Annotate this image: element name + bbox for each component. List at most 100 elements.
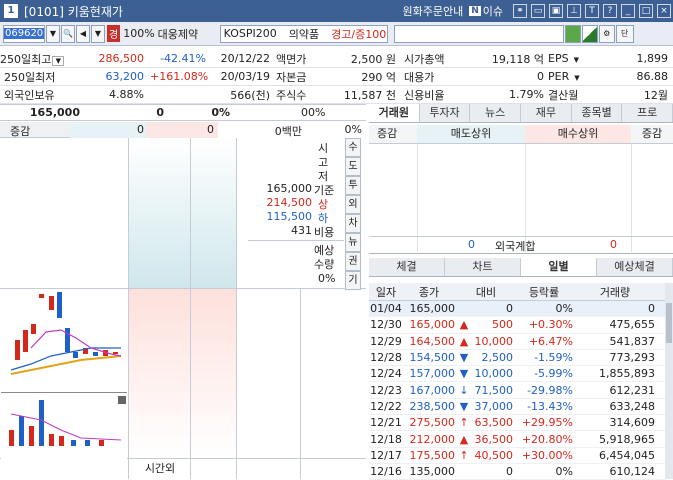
window-icon[interactable]: ▣ xyxy=(549,4,563,18)
ask-change: 0 xyxy=(137,123,144,136)
vtab-diff[interactable]: 차 xyxy=(345,214,361,233)
tab-investor[interactable]: 투자자 xyxy=(419,104,471,122)
tab-broker[interactable]: 거래원 xyxy=(369,104,420,122)
code-dropdown-icon[interactable]: ▼ xyxy=(46,24,60,43)
lower-limit: 115,500 xyxy=(266,210,313,223)
vtab-sell[interactable]: 수 xyxy=(345,138,361,157)
issue-button[interactable]: N 이슈 xyxy=(469,3,503,19)
increase-label: 증감 xyxy=(10,125,31,138)
help-icon[interactable]: ? xyxy=(603,4,617,18)
row-diff: 500 xyxy=(492,318,513,332)
daily-row[interactable]: 12/24 157,000 ▼ 10,000 -5.99% 1,855,893 xyxy=(369,366,665,383)
label-eps[interactable]: EPS ▼ xyxy=(548,52,592,65)
daily-row[interactable]: 12/29 164,500 ▲ 10,000 +6.47% 541,837 xyxy=(369,334,665,350)
daily-scrollbar[interactable] xyxy=(665,283,673,479)
sound-icon[interactable]: ◀ xyxy=(76,24,90,43)
row-rate: -13.43% xyxy=(527,399,573,413)
sound-dropdown-icon[interactable]: ▼ xyxy=(91,24,105,43)
tab-trades[interactable]: 체결 xyxy=(369,258,445,276)
daily-row[interactable]: 12/28 154,500 ▼ 2,500 -1.59% 773,293 xyxy=(369,350,665,367)
single-button[interactable]: 단 xyxy=(615,24,634,43)
daily-row[interactable]: 12/22 238,500 ▼ 37,000 -13.43% 633,248 xyxy=(369,399,665,416)
daily-row[interactable]: 12/30 165,000 ▲ 500 +0.30% 475,655 xyxy=(369,317,665,334)
tab-finance[interactable]: 재무 xyxy=(521,104,572,122)
close-icon[interactable]: × xyxy=(657,4,671,18)
candle xyxy=(31,324,36,334)
volume-bar xyxy=(99,440,104,446)
tab-chart[interactable]: 차트 xyxy=(445,258,521,276)
candle xyxy=(57,292,62,318)
title-bar: 1 [0101] 키움현재가 원화주문안내 N 이슈 ⚭ ▭ ▣ ⊥ T ? _ … xyxy=(0,0,673,22)
market-cap: 19,118 억 xyxy=(491,52,544,66)
notice-link[interactable]: 원화주문안내 xyxy=(402,3,463,19)
label-substitute: 대용가 xyxy=(404,70,435,84)
row-vol: 610,124 xyxy=(609,465,656,479)
tab-program[interactable]: 프로 xyxy=(622,104,673,122)
row-rate: +30.00% xyxy=(521,448,573,462)
cost-value: 431 xyxy=(291,224,312,237)
price-change: 0 xyxy=(156,106,164,119)
color-icon[interactable] xyxy=(564,24,581,43)
label-per[interactable]: PER ▼ xyxy=(548,70,592,83)
row-close: 275,500 xyxy=(409,416,456,430)
info-row-3: 외국인보유 4.88% 566(천) 주식수 11,587 천 신용비율 1.7… xyxy=(0,86,673,104)
row-close: 175,500 xyxy=(409,448,456,462)
foreign-sell-total: 0 xyxy=(468,238,475,251)
settle-value: 12월 xyxy=(643,88,668,102)
vtab-news[interactable]: 뉴 xyxy=(345,233,361,252)
high-rate: -42.41% xyxy=(160,52,206,65)
candle xyxy=(93,352,98,356)
daily-row[interactable]: 12/21 275,500 ↑ 63,500 +29.95% 314,609 xyxy=(369,415,665,432)
candle xyxy=(73,352,78,358)
daily-row[interactable]: 12/18 212,000 ▲ 36,500 +20.80% 5,918,965 xyxy=(369,431,665,448)
vtab-rights[interactable]: 권 xyxy=(345,252,361,271)
row-diff: 10,000 xyxy=(474,334,514,348)
gear-icon[interactable]: ⚙ xyxy=(598,24,615,43)
scroll-thumb[interactable] xyxy=(666,303,672,343)
row-diff: 71,500 xyxy=(474,383,514,397)
after-hours-label: 시간외 xyxy=(144,462,176,475)
row-close: 165,000 xyxy=(409,318,456,332)
tab-by-stock[interactable]: 종목별 xyxy=(571,104,623,122)
daily-row[interactable]: 12/23 167,000 ↓ 71,500 -29.98% 612,231 xyxy=(369,382,665,399)
row-vol: 541,837 xyxy=(609,334,656,348)
row-date: 12/24 xyxy=(370,367,402,381)
candle xyxy=(113,352,118,354)
vtab-invest[interactable]: 투 xyxy=(345,176,361,195)
credit-value: 1.79% xyxy=(509,88,544,101)
row-date: 12/22 xyxy=(370,399,402,413)
volume-bar xyxy=(71,440,76,446)
daily-row[interactable]: 12/16 135,000 0 0% 610,124 xyxy=(369,464,665,480)
vtab-etc[interactable]: 기 xyxy=(345,271,361,290)
maximize-icon[interactable]: □ xyxy=(639,4,653,18)
cost-label: 비용 xyxy=(314,226,335,239)
font-icon[interactable]: T xyxy=(585,4,599,18)
stock-code-input[interactable]: 069620 xyxy=(3,24,45,43)
split-icon[interactable] xyxy=(581,24,598,43)
label-foreign: 외국인보유 xyxy=(4,88,55,102)
tab-daily[interactable]: 일별 xyxy=(521,258,597,276)
foreign-total-label: 외국계합 xyxy=(495,240,536,253)
daily-row[interactable]: 01/04 165,000 0 0% 0 xyxy=(369,301,665,318)
broker-header-change-right: 증감 xyxy=(641,127,663,140)
vtab-do[interactable]: 도 xyxy=(345,157,361,176)
row-diff: 0 xyxy=(506,465,513,479)
link-icon[interactable]: ⚭ xyxy=(513,4,527,18)
pin-icon[interactable]: ⊥ xyxy=(567,4,581,18)
row-close: 157,000 xyxy=(409,367,456,381)
margin-rate: 100% xyxy=(123,27,155,40)
row-rate: +0.30% xyxy=(528,318,573,332)
daily-row[interactable]: 12/17 175,500 ↑ 40,500 +30.00% 6,454,045 xyxy=(369,448,665,464)
label-capital: 자본금 xyxy=(276,70,307,84)
row-arrow: ↑ xyxy=(459,416,469,430)
tab-expected[interactable]: 예상체결 xyxy=(597,258,673,276)
candle xyxy=(49,296,54,310)
layout-icon[interactable]: ▭ xyxy=(531,4,545,18)
tab-news[interactable]: 뉴스 xyxy=(470,104,522,122)
row-date: 12/23 xyxy=(370,383,402,397)
minimize-icon[interactable]: _ xyxy=(621,4,635,18)
base-price: 165,000 xyxy=(266,182,313,195)
daily-header: 일자 종가 대비 등락률 거래량 xyxy=(369,283,665,301)
search-icon[interactable]: 🔍 xyxy=(61,24,75,43)
vtab-foreign[interactable]: 외 xyxy=(345,195,361,214)
